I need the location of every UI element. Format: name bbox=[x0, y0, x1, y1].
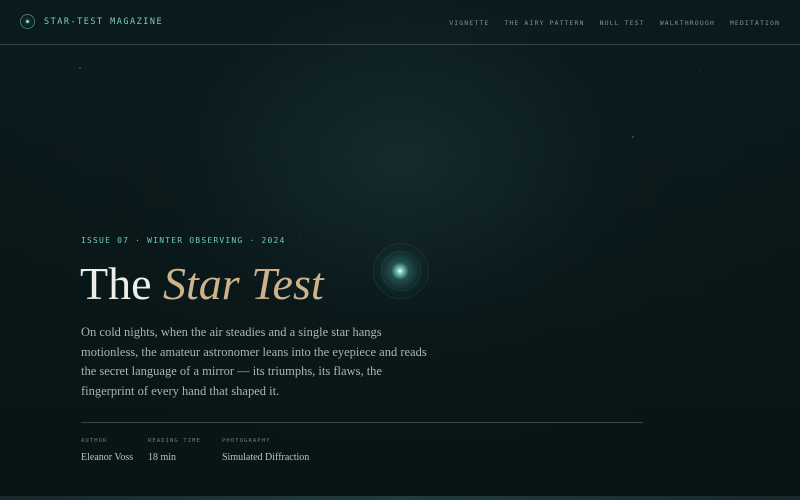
meta-photography: PHOTOGRAPHY Simulated Diffraction bbox=[222, 438, 309, 463]
meta-label: READING TIME bbox=[148, 438, 201, 444]
title-accent: Star Test bbox=[163, 258, 324, 309]
meta-value: Simulated Diffraction bbox=[222, 452, 310, 463]
meta-value: Eleanor Voss bbox=[81, 452, 134, 463]
title-plain: The bbox=[80, 258, 164, 309]
meta-value: 18 min bbox=[148, 452, 177, 463]
star-ring-icon bbox=[20, 14, 35, 29]
nav-item-null-test[interactable]: NULL TEST bbox=[600, 19, 645, 27]
nav-item-vignette[interactable]: VIGNETTE bbox=[449, 19, 489, 27]
meta-author: AUTHOR Eleanor Voss bbox=[81, 438, 133, 463]
background-star bbox=[79, 67, 81, 69]
star-diffraction-image bbox=[372, 243, 428, 299]
meta-reading-time: READING TIME 18 min bbox=[148, 438, 201, 463]
background-star bbox=[632, 136, 634, 138]
nav-item-walkthrough[interactable]: WALKTHROUGH bbox=[660, 19, 715, 27]
main-nav: VIGNETTE THE AIRY PATTERN NULL TEST WALK… bbox=[449, 19, 780, 27]
brand-link[interactable]: STAR-TEST MAGAZINE bbox=[20, 14, 163, 29]
background-star bbox=[299, 235, 300, 236]
background-star bbox=[700, 70, 701, 71]
meta-label: PHOTOGRAPHY bbox=[222, 438, 271, 444]
divider bbox=[81, 422, 643, 423]
background-star bbox=[226, 122, 227, 123]
nav-item-airy-pattern[interactable]: THE AIRY PATTERN bbox=[504, 19, 584, 27]
brand-name: STAR-TEST MAGAZINE bbox=[44, 16, 164, 27]
site-header: STAR-TEST MAGAZINE VIGNETTE THE AIRY PAT… bbox=[0, 0, 800, 45]
page-title: The Star Test bbox=[80, 257, 324, 311]
lede-paragraph: On cold nights, when the air steadies an… bbox=[81, 325, 427, 399]
issue-eyebrow: ISSUE 07 · WINTER OBSERVING · 2024 bbox=[81, 236, 286, 245]
meta-label: AUTHOR bbox=[81, 438, 108, 444]
bottom-edge bbox=[0, 496, 800, 500]
nav-item-meditation[interactable]: MEDITATION bbox=[730, 19, 780, 27]
